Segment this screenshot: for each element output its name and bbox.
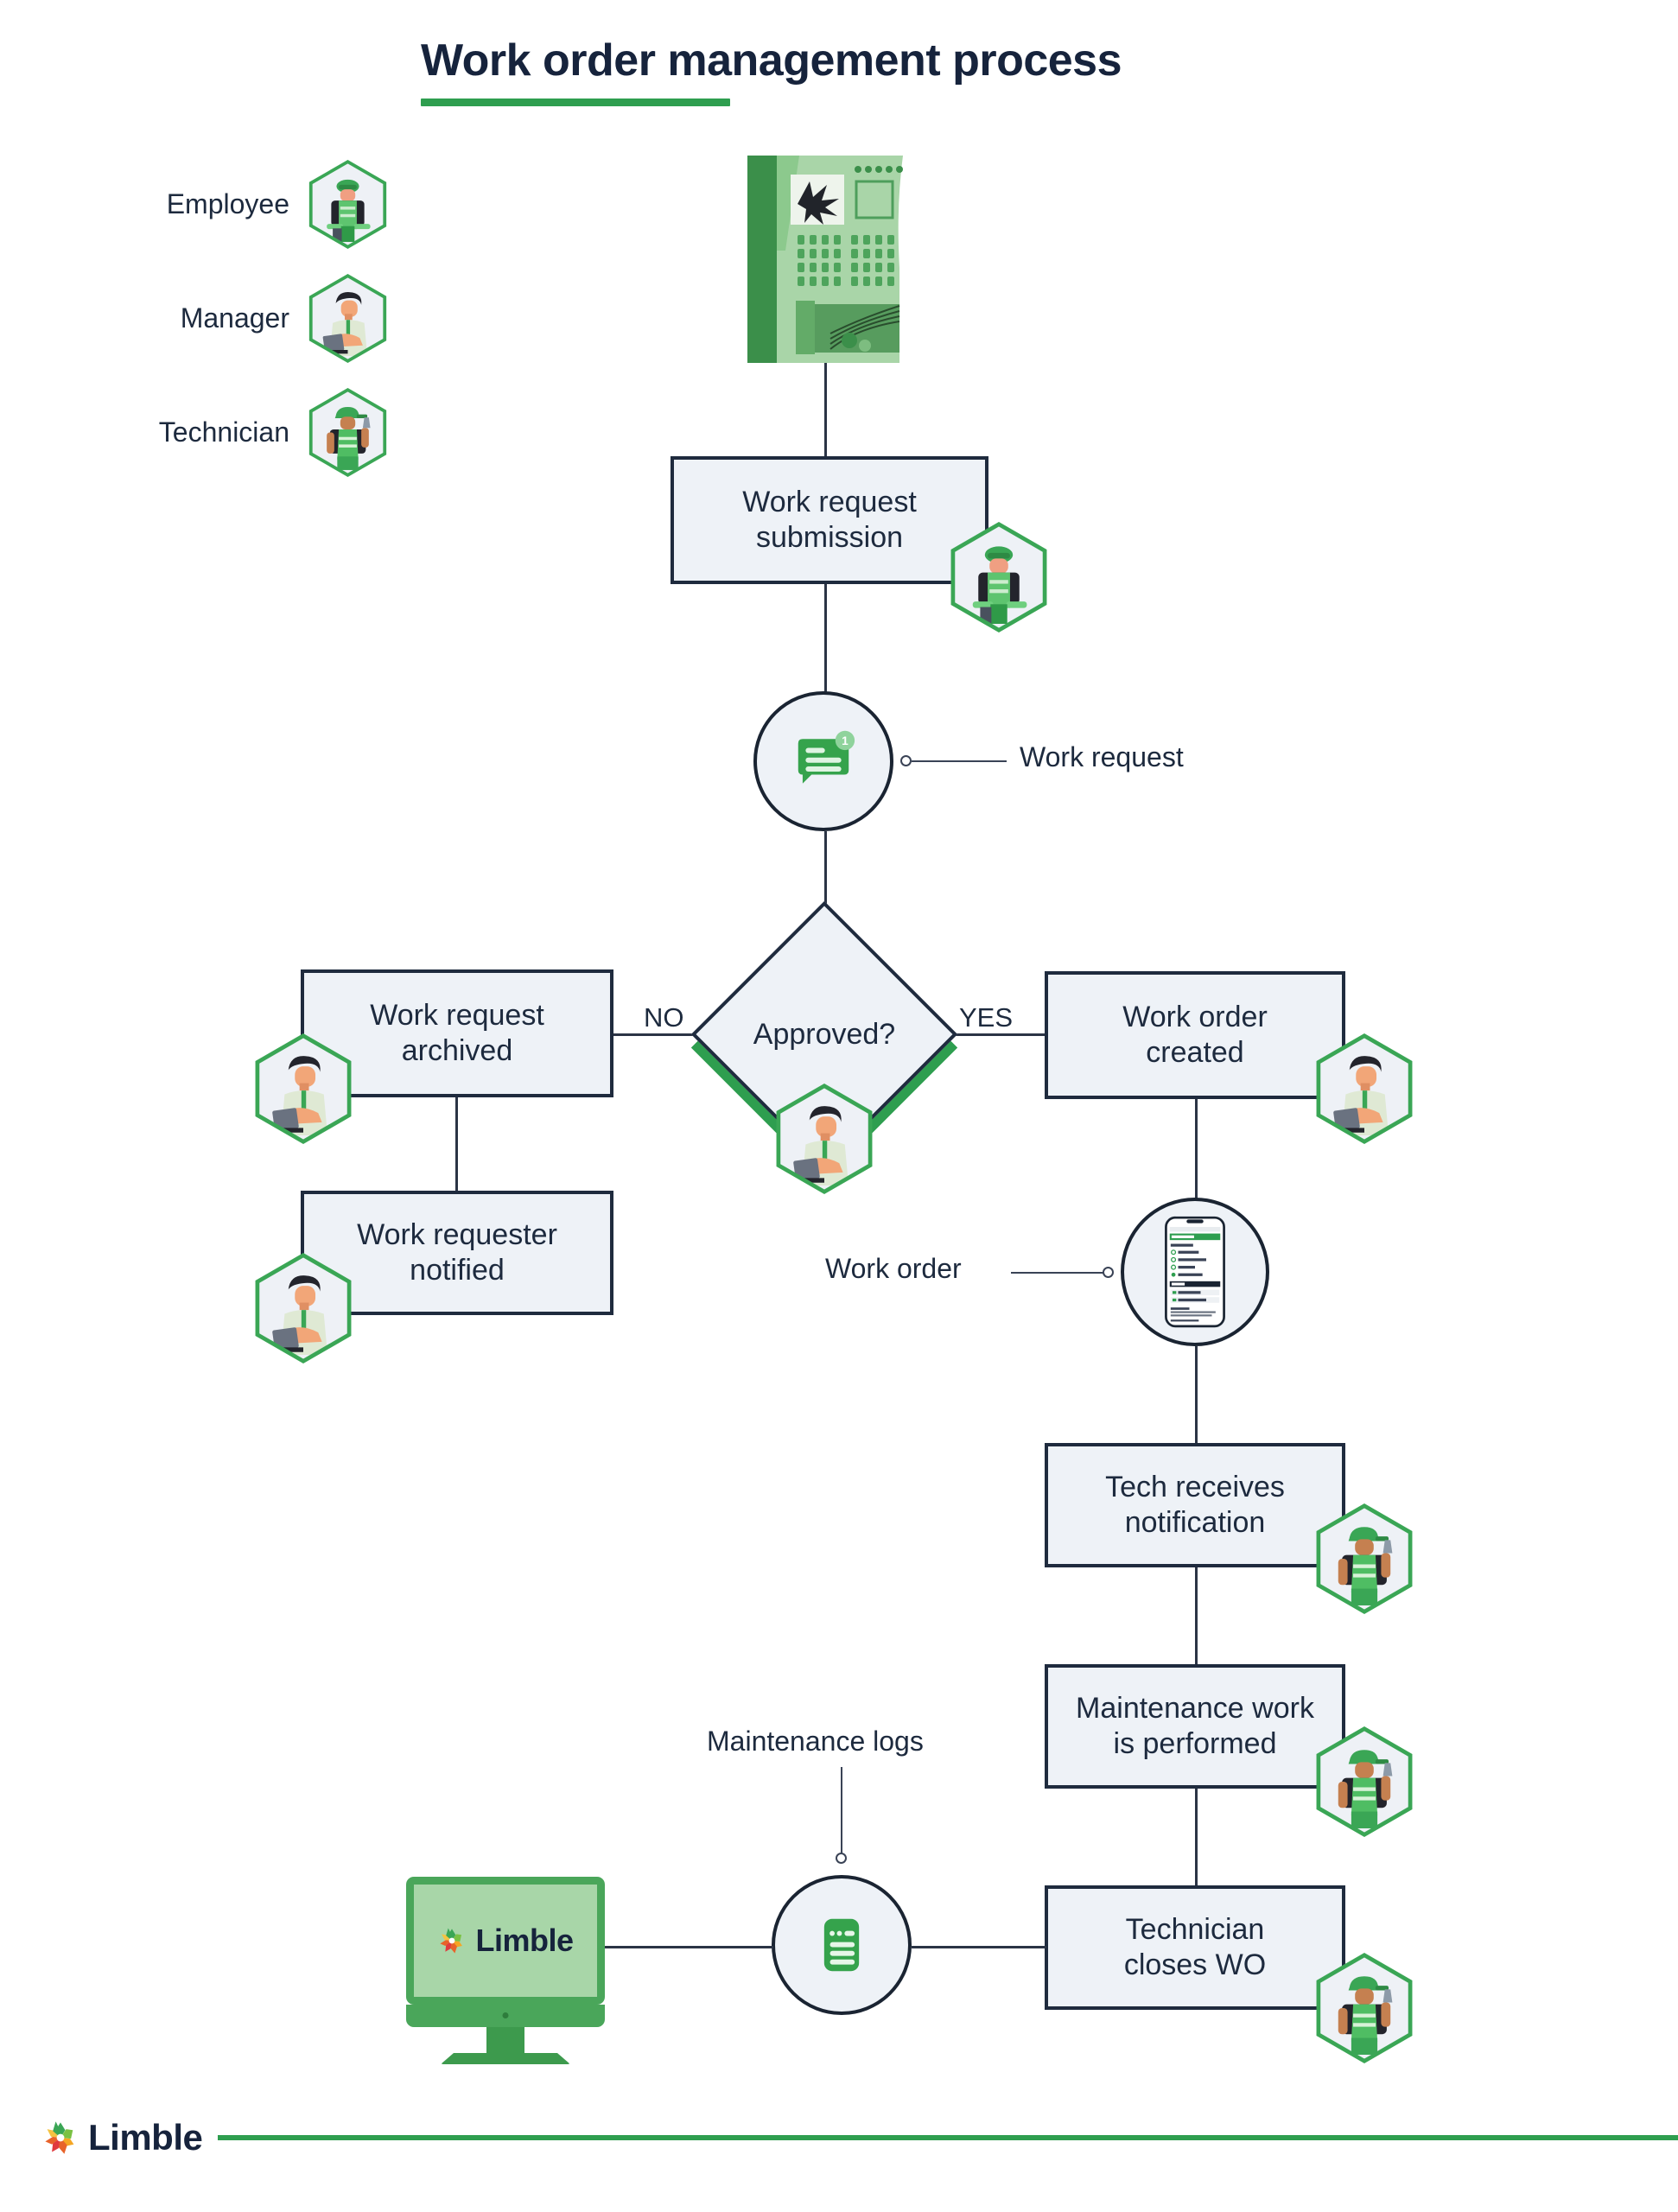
annotation-maintenance-logs: Maintenance logs <box>707 1726 924 1757</box>
broken-machine-icon <box>747 156 903 363</box>
technician-avatar-icon <box>1313 1726 1415 1837</box>
legend-item-manager: Manager <box>95 274 389 363</box>
limble-pinwheel-logo-icon <box>45 2121 74 2154</box>
footer-rule <box>218 2135 1678 2140</box>
connector-submission-to-work-request <box>824 584 827 692</box>
manager-avatar-icon <box>252 1253 354 1363</box>
node-label-line-2: archived <box>401 1034 513 1067</box>
node-label-line-1: Work requester <box>357 1217 557 1251</box>
leader-dot-work-request <box>900 755 912 766</box>
technician-avatar-icon <box>1313 1953 1415 2063</box>
leader-line-work-request <box>912 760 1007 762</box>
connector-created-to-work-order <box>1195 1099 1198 1198</box>
svg-text:1: 1 <box>842 734 849 747</box>
diagram-canvas: Work order management process Employee M… <box>0 0 1678 2212</box>
connector-close-to-logs <box>912 1946 1046 1948</box>
chat-message-icon: 1 <box>753 691 893 831</box>
title-underline <box>421 99 730 106</box>
node-label-line-1: Tech receives <box>1105 1470 1285 1503</box>
annotation-work-request: Work request <box>1020 741 1184 772</box>
legend-item-employee: Employee <box>95 160 389 249</box>
node-label-line-2: submission <box>755 521 904 554</box>
employee-avatar-icon <box>307 160 389 249</box>
node-maintenance-work-performed[interactable]: Maintenance work is performed <box>1045 1664 1354 1797</box>
connector-maintenance-to-close <box>1195 1789 1198 1885</box>
node-label-line-1: Work order <box>1122 1000 1268 1033</box>
node-tech-receives-notification[interactable]: Tech receives notification <box>1045 1443 1354 1576</box>
node-label-line-1: Technician <box>1125 1912 1265 1946</box>
technician-avatar-icon <box>1313 1503 1415 1614</box>
node-label-line-2: closes WO <box>1123 1948 1267 1981</box>
manager-avatar-icon <box>1313 1033 1415 1144</box>
node-label-line-1: Maintenance work <box>1076 1691 1314 1725</box>
manager-avatar-icon <box>773 1084 875 1194</box>
node-technician-closes-wo[interactable]: Technician closes WO <box>1045 1885 1354 2018</box>
manager-avatar-icon <box>307 274 389 363</box>
legend-label-technician: Technician <box>158 416 289 448</box>
limble-desktop-monitor-icon: Limble <box>406 1877 605 2064</box>
annotation-work-order: Work order <box>825 1253 962 1284</box>
footer-brand: Limble <box>41 2117 1678 2158</box>
legend-label-manager: Manager <box>180 302 289 334</box>
footer-brand-label: Limble <box>88 2117 203 2158</box>
node-label-line-2: created <box>1146 1036 1244 1069</box>
leader-line-maintenance-logs <box>841 1767 842 1853</box>
artifact-work-order[interactable] <box>1121 1198 1280 1357</box>
employee-avatar-icon <box>948 522 1050 632</box>
leader-line-work-order <box>1011 1272 1104 1274</box>
node-label-line-1: Work request <box>742 485 917 518</box>
monitor-brand-label: Limble <box>475 1923 574 1958</box>
connector-machine-to-submission <box>824 363 827 456</box>
node-label-line-2: is performed <box>1113 1727 1277 1760</box>
connector-logs-to-monitor <box>605 1946 773 1948</box>
mobile-work-order-icon <box>1121 1198 1269 1346</box>
connector-work-order-to-tech-notification <box>1195 1346 1198 1443</box>
technician-avatar-icon <box>307 388 389 477</box>
branch-label-no: NO <box>644 1002 684 1033</box>
role-legend: Employee Manager Technician <box>95 160 389 505</box>
page-title-block: Work order management process <box>421 35 1122 106</box>
node-work-request-submission[interactable]: Work request submission <box>671 456 997 593</box>
node-work-order-created[interactable]: Work order created <box>1045 971 1354 1108</box>
limble-pinwheel-logo-icon <box>440 1928 463 1954</box>
artifact-maintenance-logs[interactable] <box>772 1875 922 2025</box>
leader-dot-maintenance-logs <box>836 1853 847 1864</box>
branch-label-yes: YES <box>959 1002 1014 1033</box>
artifact-work-request[interactable]: 1 <box>753 691 904 842</box>
legend-label-employee: Employee <box>166 188 289 219</box>
node-label-line-2: notification <box>1124 1506 1266 1539</box>
connector-archived-to-notified <box>455 1097 458 1191</box>
connector-tech-notification-to-maintenance <box>1195 1567 1198 1664</box>
node-label-line-2: notified <box>410 1254 505 1287</box>
page-title: Work order management process <box>421 35 1122 86</box>
node-label-line-1: Work request <box>370 998 544 1032</box>
document-log-icon <box>772 1875 912 2015</box>
legend-item-technician: Technician <box>95 388 389 477</box>
manager-avatar-icon <box>252 1033 354 1144</box>
